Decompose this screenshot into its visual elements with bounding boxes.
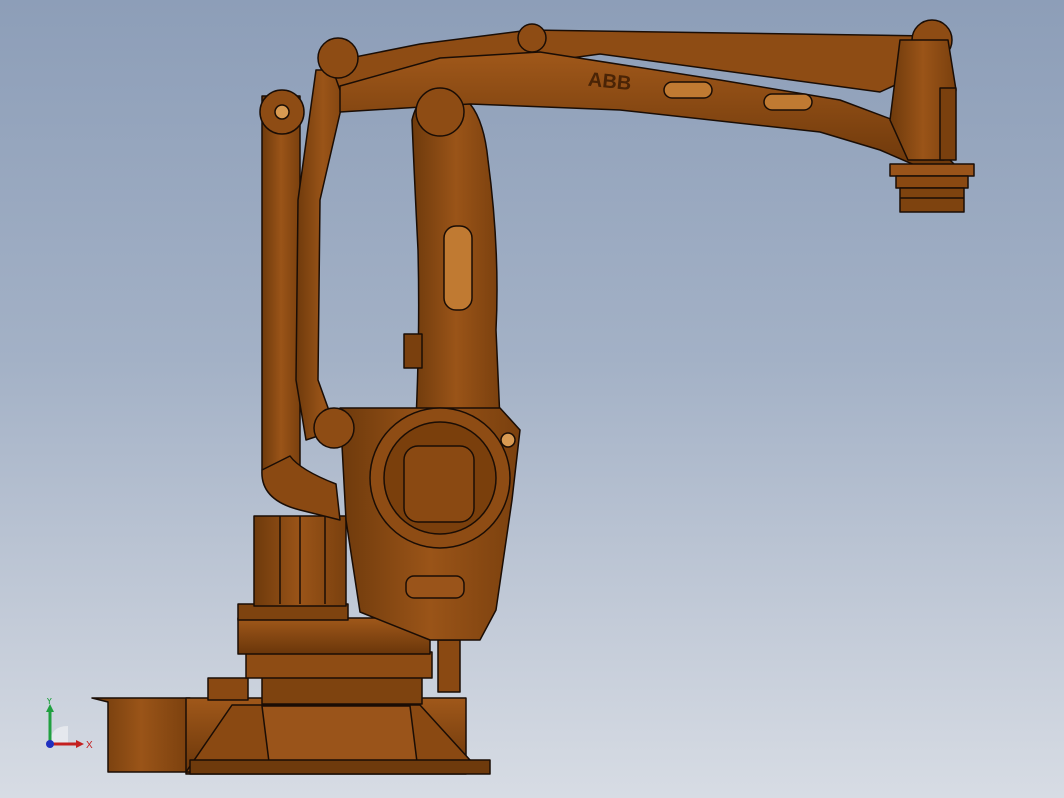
y-axis-label: Y [46, 698, 53, 707]
brand-label: ABB [587, 69, 632, 95]
coordinate-triad: Y X [40, 696, 100, 758]
wrist-flange[interactable] [889, 39, 975, 213]
cad-viewport[interactable]: ABB Y X [0, 0, 1064, 798]
robot-base[interactable] [91, 675, 491, 775]
x-axis-arrow [76, 740, 84, 748]
z-axis-dot [46, 740, 54, 748]
x-axis-label: X [86, 740, 93, 751]
parallel-link[interactable] [259, 69, 355, 521]
lower-arm[interactable] [339, 90, 521, 641]
robot-model[interactable]: ABB [0, 0, 1064, 798]
